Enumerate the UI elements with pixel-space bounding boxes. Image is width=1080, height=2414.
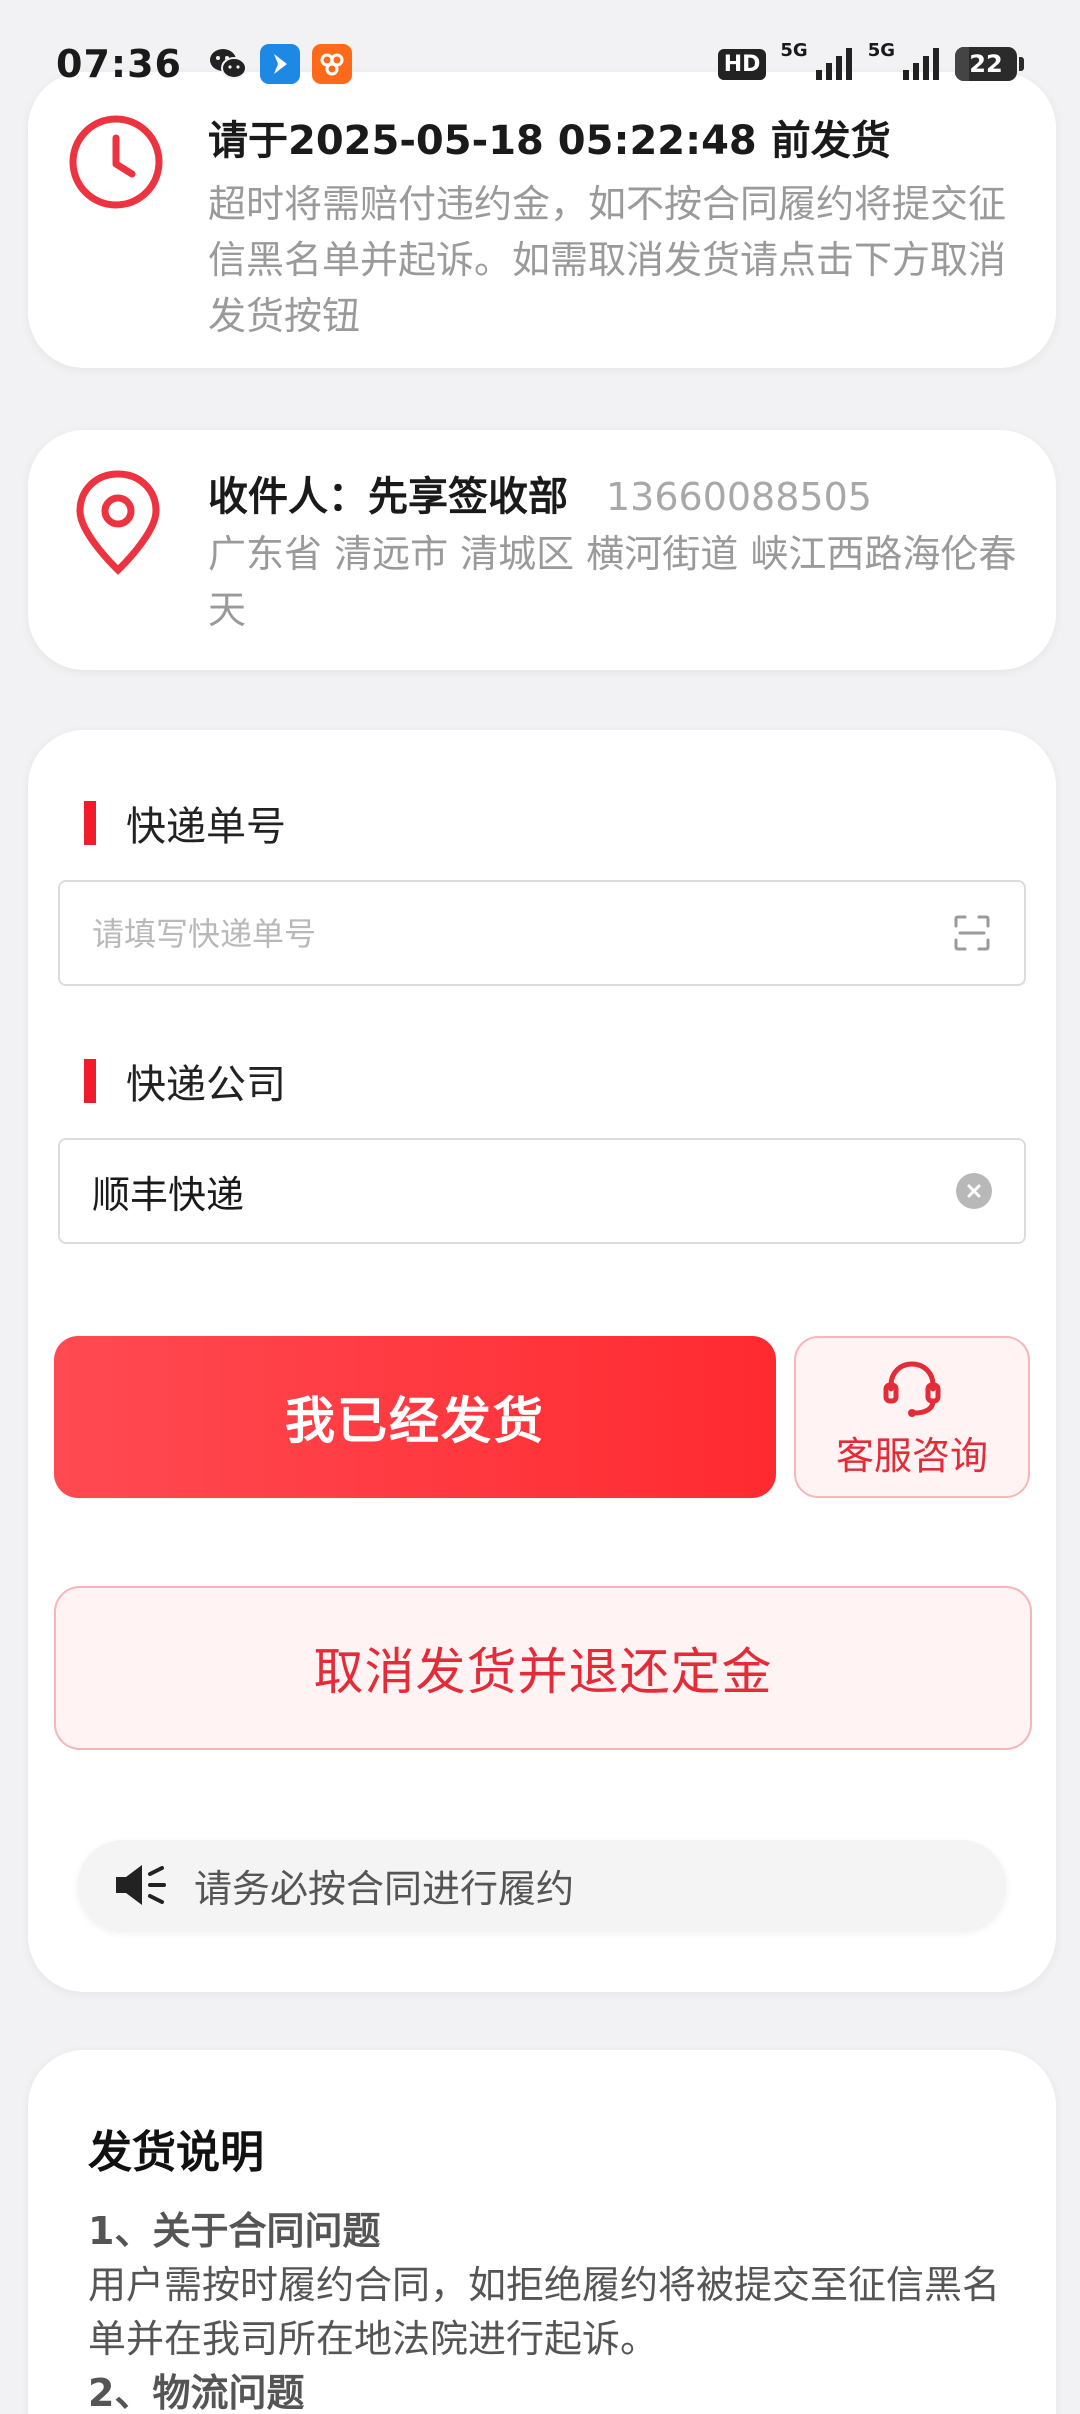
customer-service-button[interactable]: 客服咨询 — [794, 1336, 1030, 1498]
network-type-2: 5G — [867, 39, 895, 61]
company-label: 快递公司 — [84, 1052, 286, 1110]
label-marker — [84, 801, 96, 845]
notes-body: 1、关于合同问题 用户需按时履约合同，如拒绝履约将被提交至征信黑名单并在我司所在… — [88, 2204, 1018, 2414]
tracking-field[interactable] — [58, 880, 1026, 986]
recipient-phone: 13660088505 — [606, 475, 872, 519]
deadline-card: 请于2025-05-18 05:22:48 前发货 超时将需赔付违约金，如不按合… — [28, 72, 1056, 368]
shipping-form-card: 快递单号 快递公司 顺丰快递 我已经发货 — [28, 730, 1056, 1992]
shipped-button[interactable]: 我已经发货 — [54, 1336, 776, 1498]
tracking-number-input[interactable] — [92, 912, 952, 954]
clear-icon[interactable] — [956, 1173, 992, 1209]
tracking-label: 快递单号 — [84, 794, 286, 852]
scan-icon[interactable] — [952, 913, 992, 953]
network-type-1: 5G — [780, 39, 808, 61]
label-marker — [84, 1059, 96, 1103]
recipient-label: 收件人： — [208, 474, 368, 520]
cancel-shipment-button[interactable]: 取消发货并退还定金 — [54, 1586, 1032, 1750]
courier-company-value[interactable]: 顺丰快递 — [92, 1164, 956, 1219]
notes-title: 发货说明 — [88, 2127, 264, 2178]
note-heading-1: 1、关于合同问题 — [88, 2209, 381, 2253]
note-body-1: 用户需按时履约合同，如拒绝履约将被提交至征信黑名单并在我司所在地法院进行起诉。 — [88, 2263, 1001, 2361]
recipient-card[interactable]: 收件人： 先享签收部 13660088505 广东省 清远市 清城区 横河街道 … — [28, 430, 1056, 670]
deadline-description: 超时将需赔付违约金，如不按合同履约将提交征信黑名单并起诉。如需取消发货请点击下方… — [208, 182, 1007, 338]
company-label-text: 快递公司 — [126, 1062, 286, 1108]
tracking-label-text: 快递单号 — [126, 804, 286, 850]
status-time: 07:36 — [56, 42, 182, 86]
speaker-icon — [116, 1865, 166, 1905]
customer-service-label: 客服咨询 — [835, 1433, 988, 1478]
recipient-name: 先享签收部 — [368, 474, 568, 520]
location-pin-icon — [76, 470, 160, 575]
recipient-line: 收件人： 先享签收部 13660088505 — [208, 464, 872, 522]
clock-icon — [69, 115, 163, 209]
headset-icon — [883, 1360, 941, 1417]
page: 07:36 HD 5G 5G 22 请于2025-05-18 05:22:48 … — [0, 0, 1080, 2414]
notice-bar: 请务必按合同进行履约 — [78, 1840, 1006, 1930]
notice-text: 请务必按合同进行履约 — [194, 1866, 575, 1911]
recipient-address: 广东省 清远市 清城区 横河街道 峡江西路海伦春天 — [208, 532, 1017, 632]
courier-company-field[interactable]: 顺丰快递 — [58, 1138, 1026, 1244]
deadline-title: 请于2025-05-18 05:22:48 前发货 — [208, 118, 891, 164]
note-heading-2: 2、物流问题 — [88, 2371, 305, 2414]
shipping-notes-card: 发货说明 1、关于合同问题 用户需按时履约合同，如拒绝履约将被提交至征信黑名单并… — [28, 2050, 1056, 2414]
